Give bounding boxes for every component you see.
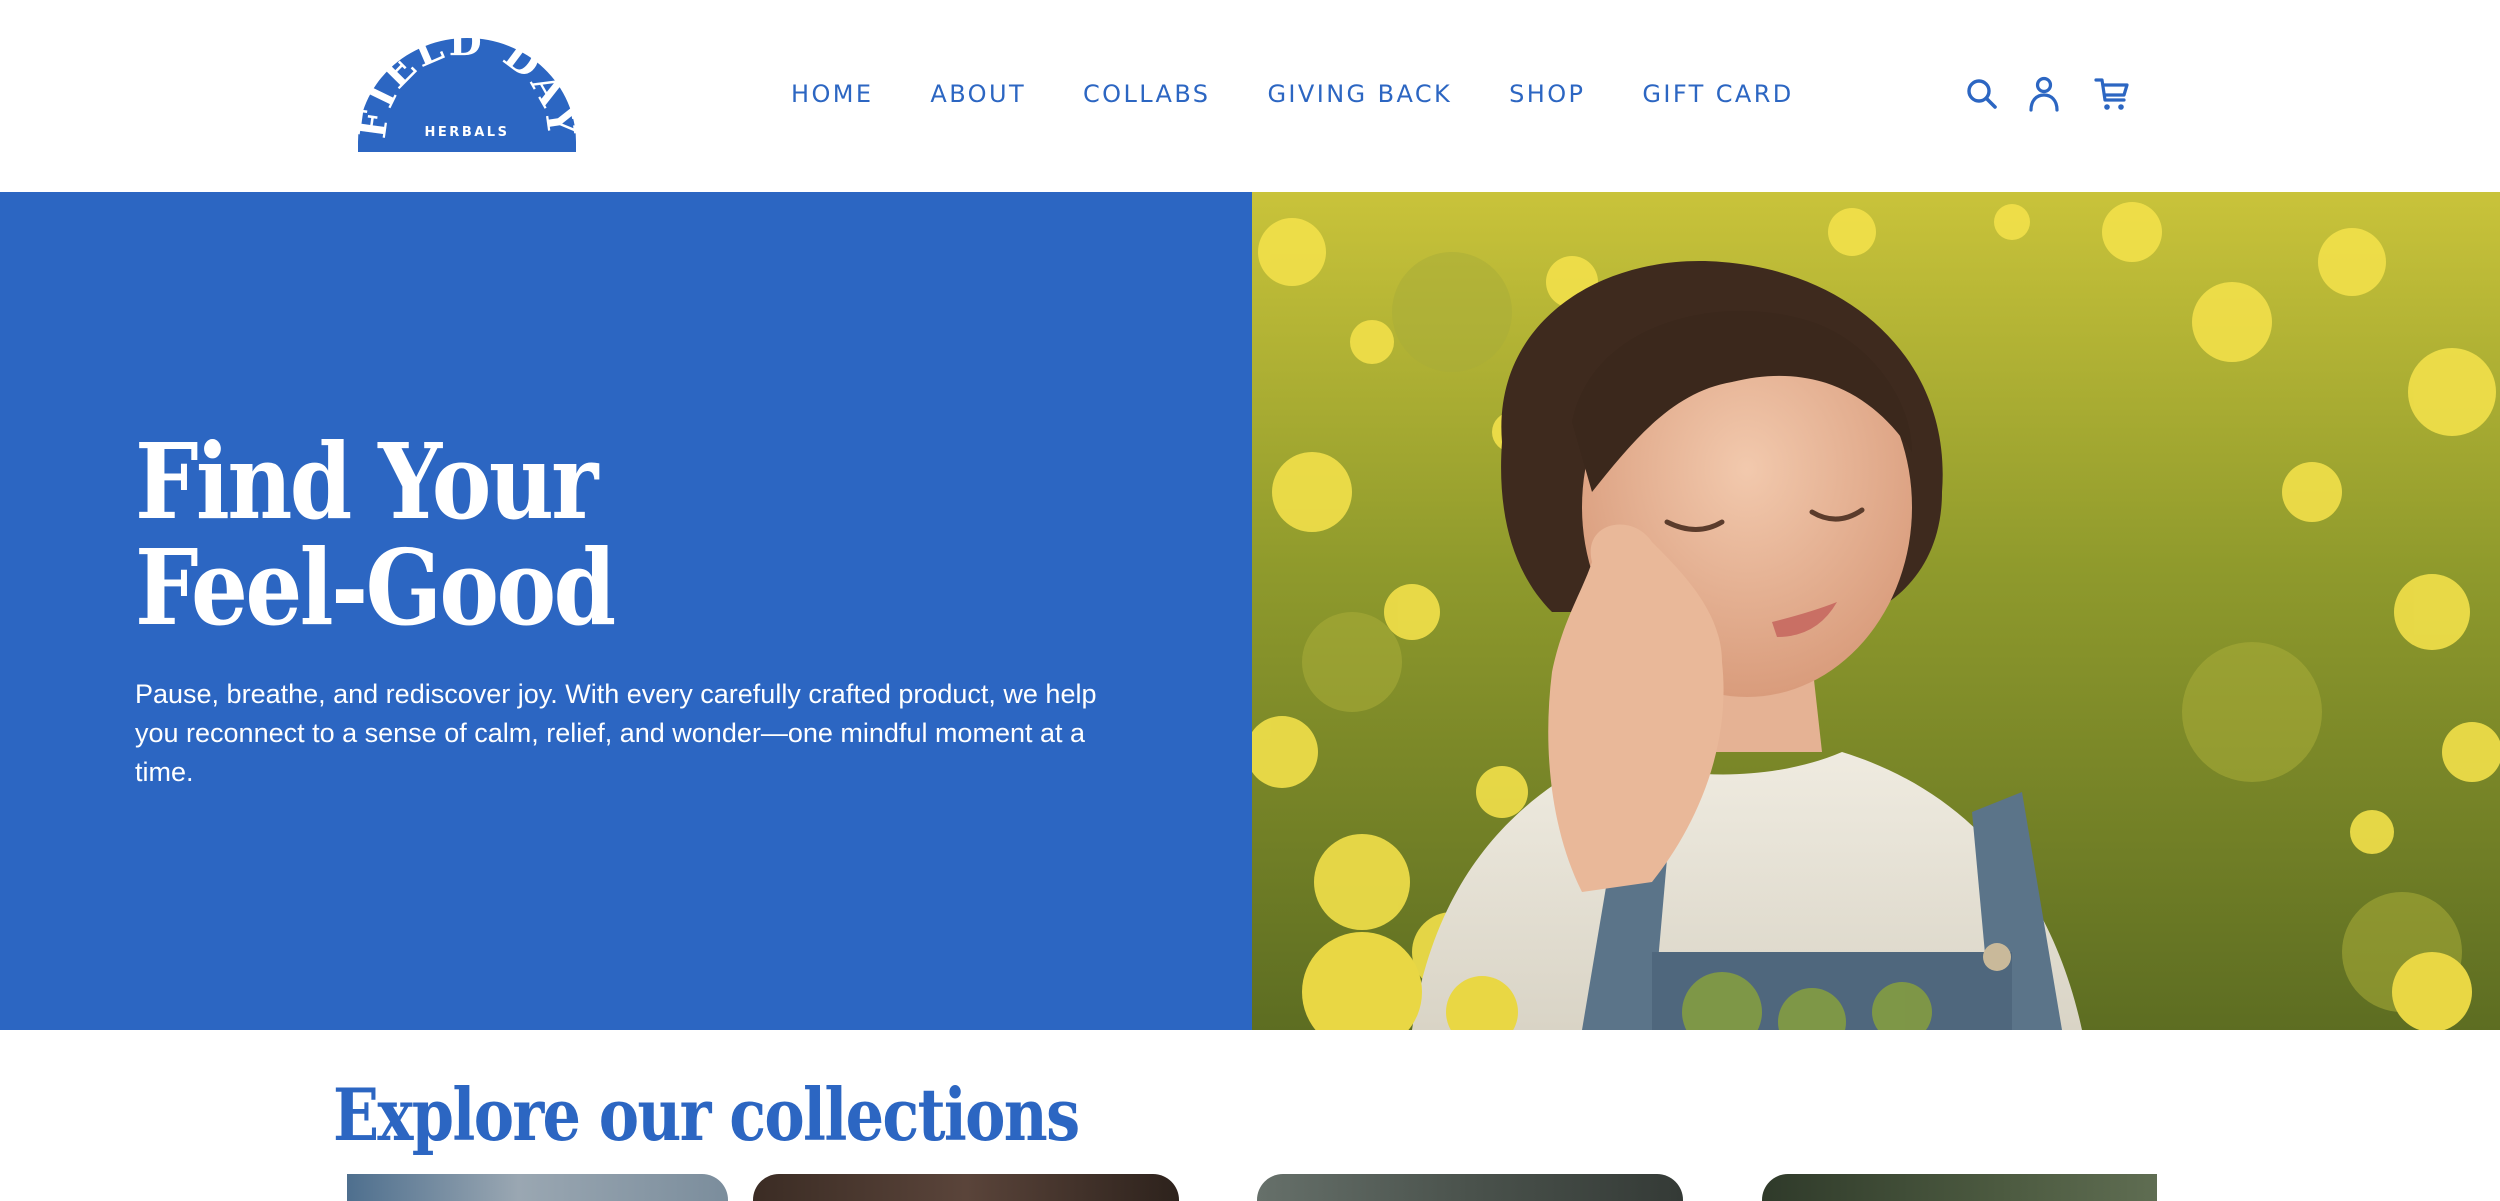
nav-collabs[interactable]: COLLABS <box>1083 76 1210 112</box>
search-button[interactable] <box>1960 72 2004 116</box>
hero-image <box>1252 192 2500 1030</box>
collection-card-1[interactable] <box>347 1174 728 1201</box>
account-button[interactable] <box>2022 72 2066 116</box>
hero-title-line-2: Feel-Good <box>135 526 616 649</box>
nav-home[interactable]: HOME <box>791 76 873 112</box>
field-day-herbals-logo[interactable]: FIELD DAY HERBALS <box>349 19 582 152</box>
hero-photo-illustration <box>1252 192 2500 1030</box>
collections-grid <box>347 1174 2157 1201</box>
hero-title: Find Your Feel-Good <box>135 429 909 641</box>
logo-bottom-text: HERBALS <box>425 125 510 140</box>
nav-about[interactable]: ABOUT <box>930 76 1026 112</box>
hero-section: Find Your Feel-Good Pause, breathe, and … <box>0 192 2500 1030</box>
main-nav: HOME ABOUT COLLABS GIVING BACK SHOP GIFT… <box>791 76 1794 112</box>
search-icon <box>1967 79 1997 109</box>
header-actions <box>1960 72 2134 116</box>
nav-shop[interactable]: SHOP <box>1509 76 1585 112</box>
collection-card-4[interactable] <box>1762 1174 2157 1201</box>
cart-button[interactable] <box>2090 72 2134 116</box>
hero-description: Pause, breathe, and rediscover joy. With… <box>135 679 1097 787</box>
collections-title: Explore our collections <box>333 1072 1080 1157</box>
nav-gift-card[interactable]: GIFT CARD <box>1642 76 1793 112</box>
cart-icon <box>2094 78 2129 110</box>
logo-badge: FIELD DAY HERBALS <box>349 19 582 152</box>
nav-giving-back[interactable]: GIVING BACK <box>1267 76 1452 112</box>
collection-card-2[interactable] <box>753 1174 1179 1201</box>
hero-title-line-1: Find Your <box>135 420 598 543</box>
account-icon <box>2029 76 2059 112</box>
site-header: FIELD DAY HERBALS HOME ABOUT COLLABS GIV… <box>0 0 2500 192</box>
hero-text-panel: Find Your Feel-Good Pause, breathe, and … <box>0 192 1252 1030</box>
collection-card-3[interactable] <box>1257 1174 1683 1201</box>
